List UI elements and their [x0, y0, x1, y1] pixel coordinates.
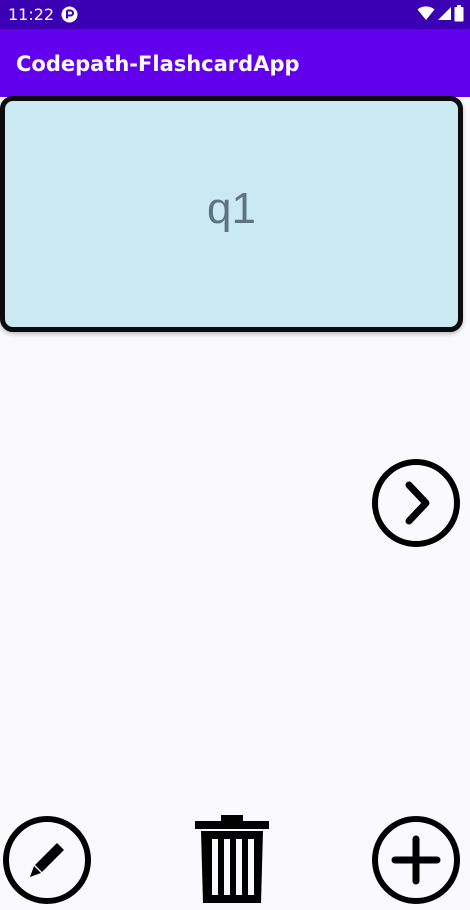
trash-icon — [195, 815, 269, 903]
status-icons — [417, 4, 464, 26]
next-card-button[interactable] — [371, 458, 461, 548]
status-time: 11:22 — [8, 5, 55, 24]
delete-card-button[interactable] — [193, 813, 271, 905]
status-bar: 11:22 — [0, 0, 470, 29]
add-card-button[interactable] — [371, 815, 461, 905]
plus-circle-icon — [372, 816, 460, 904]
signal-icon — [437, 5, 452, 25]
flashcard-question: q1 — [207, 184, 256, 233]
wifi-icon — [417, 5, 435, 25]
battery-icon — [454, 4, 464, 26]
app-title: Codepath-FlashcardApp — [16, 52, 300, 76]
notification-icon — [61, 6, 78, 23]
app-screen: 11:22 Codepath-FlashcardApp q1 — [0, 0, 470, 910]
pencil-circle-icon — [3, 816, 91, 904]
chevron-right-circle-icon — [372, 459, 460, 547]
edit-card-button[interactable] — [2, 815, 92, 905]
app-bar: Codepath-FlashcardApp — [0, 29, 470, 97]
flashcard[interactable]: q1 — [0, 96, 463, 332]
